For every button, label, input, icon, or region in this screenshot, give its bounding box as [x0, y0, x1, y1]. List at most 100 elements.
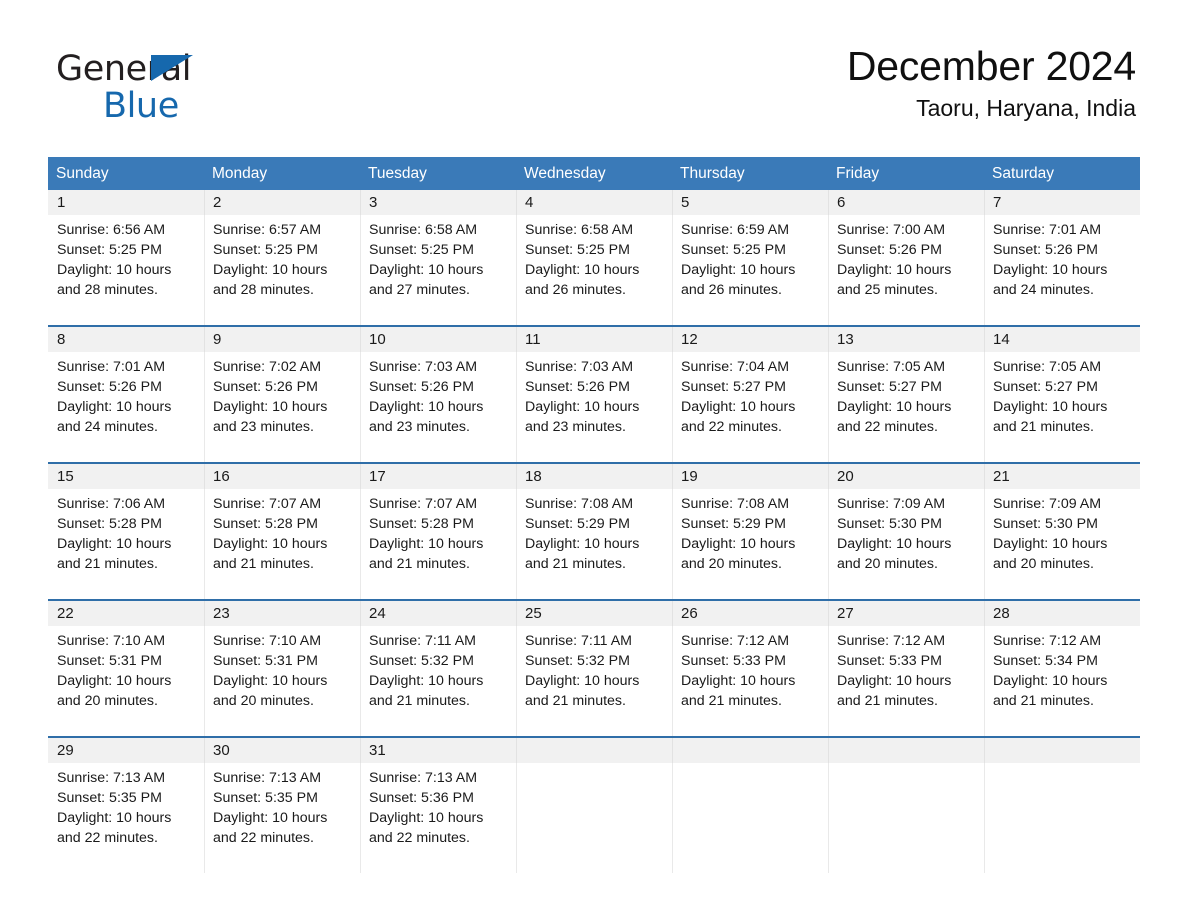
day-number[interactable]: 30 — [204, 738, 360, 763]
daylight-text-cont: and 20 minutes. — [57, 693, 158, 709]
day-cell: Sunrise: 6:58 AM Sunset: 5:25 PM Daylight:… — [516, 215, 672, 325]
weekday-header-friday: Friday — [836, 165, 880, 182]
day-number[interactable]: 4 — [516, 190, 672, 215]
sunset-text: Sunset: 5:26 PM — [525, 379, 630, 395]
day-number-band: 22 23 24 25 26 27 28 — [48, 601, 1140, 626]
day-number[interactable]: 24 — [360, 601, 516, 626]
sunset-text: Sunset: 5:31 PM — [213, 653, 318, 669]
daylight-text: Daylight: 10 hours — [369, 262, 484, 278]
sunrise-text: Sunrise: 7:07 AM — [213, 496, 322, 512]
daylight-text-cont: and 27 minutes. — [369, 282, 470, 298]
sunrise-text: Sunrise: 7:03 AM — [369, 359, 478, 375]
daylight-text-cont: and 21 minutes. — [525, 556, 626, 572]
daylight-text: Daylight: 10 hours — [993, 399, 1108, 415]
day-number[interactable]: 13 — [828, 327, 984, 352]
day-number[interactable]: 28 — [984, 601, 1140, 626]
daylight-text-cont: and 24 minutes. — [57, 419, 158, 435]
page-title: December 2024 — [846, 43, 1136, 89]
daylight-text: Daylight: 10 hours — [213, 262, 328, 278]
day-number[interactable]: 10 — [360, 327, 516, 352]
calendar-week-row: 29 30 31 Sunrise: 7:13 AM Sunset: 5:35 PM Day… — [48, 736, 1140, 873]
daylight-text: Daylight: 10 hours — [837, 262, 952, 278]
day-number[interactable]: 21 — [984, 464, 1140, 489]
daylight-text: Daylight: 10 hours — [993, 262, 1108, 278]
day-cell: Sunrise: 6:59 AM Sunset: 5:25 PM Daylight:… — [672, 215, 828, 325]
daylight-text: Daylight: 10 hours — [369, 536, 484, 552]
day-cell: Sunrise: 7:08 AM Sunset: 5:29 PM Daylight:… — [516, 489, 672, 599]
sunrise-text: Sunrise: 7:12 AM — [993, 633, 1102, 649]
day-number[interactable]: 19 — [672, 464, 828, 489]
day-number[interactable]: 23 — [204, 601, 360, 626]
day-number[interactable]: 6 — [828, 190, 984, 215]
day-number[interactable]: 15 — [48, 464, 204, 489]
day-number[interactable]: 14 — [984, 327, 1140, 352]
daylight-text-cont: and 26 minutes. — [681, 282, 782, 298]
day-cell: Sunrise: 6:58 AM Sunset: 5:25 PM Daylight:… — [360, 215, 516, 325]
sunrise-text: Sunrise: 7:05 AM — [837, 359, 946, 375]
sunset-text: Sunset: 5:28 PM — [213, 516, 318, 532]
day-cell: Sunrise: 7:00 AM Sunset: 5:26 PM Daylight:… — [828, 215, 984, 325]
general-blue-logo[interactable]: General Blue — [56, 52, 193, 127]
sunset-text: Sunset: 5:34 PM — [993, 653, 1098, 669]
sunrise-text: Sunrise: 7:13 AM — [213, 770, 322, 786]
calendar-week-row: 1 2 3 4 5 6 7 Sunrise: 6:56 AM Sunset: 5:25 PM Da… — [48, 190, 1140, 325]
day-cell: Sunrise: 6:57 AM Sunset: 5:25 PM Daylight:… — [204, 215, 360, 325]
day-number[interactable]: 17 — [360, 464, 516, 489]
sunset-text: Sunset: 5:30 PM — [837, 516, 942, 532]
location-subtitle: Taoru, Haryana, India — [916, 94, 1136, 121]
sunset-text: Sunset: 5:25 PM — [213, 242, 318, 258]
sunrise-text: Sunrise: 7:10 AM — [57, 633, 166, 649]
daylight-text-cont: and 21 minutes. — [57, 556, 158, 572]
sunset-text: Sunset: 5:27 PM — [681, 379, 786, 395]
day-cell: Sunrise: 6:56 AM Sunset: 5:25 PM Daylight:… — [48, 215, 204, 325]
day-number[interactable]: 27 — [828, 601, 984, 626]
sunset-text: Sunset: 5:27 PM — [993, 379, 1098, 395]
day-number[interactable]: 5 — [672, 190, 828, 215]
calendar-weeks: 1 2 3 4 5 6 7 Sunrise: 6:56 AM Sunset: 5:25 PM Da… — [48, 190, 1140, 873]
daylight-text: Daylight: 10 hours — [681, 262, 796, 278]
sunset-text: Sunset: 5:35 PM — [57, 790, 162, 806]
day-cell: Sunrise: 7:11 AM Sunset: 5:32 PM Daylight:… — [516, 626, 672, 736]
day-detail-band: Sunrise: 7:13 AM Sunset: 5:35 PM Daylight:… — [48, 763, 1140, 873]
day-number[interactable]: 11 — [516, 327, 672, 352]
day-number[interactable]: 9 — [204, 327, 360, 352]
sunrise-text: Sunrise: 6:58 AM — [525, 222, 634, 238]
logo-line-one: General — [56, 52, 193, 88]
day-number[interactable]: 12 — [672, 327, 828, 352]
daylight-text-cont: and 26 minutes. — [525, 282, 626, 298]
daylight-text: Daylight: 10 hours — [681, 536, 796, 552]
sunset-text: Sunset: 5:27 PM — [837, 379, 942, 395]
sunset-text: Sunset: 5:28 PM — [57, 516, 162, 532]
sunset-text: Sunset: 5:26 PM — [369, 379, 474, 395]
daylight-text: Daylight: 10 hours — [837, 673, 952, 689]
day-number[interactable]: 25 — [516, 601, 672, 626]
day-number[interactable]: 20 — [828, 464, 984, 489]
day-number[interactable]: 29 — [48, 738, 204, 763]
day-number[interactable]: 1 — [48, 190, 204, 215]
daylight-text: Daylight: 10 hours — [213, 399, 328, 415]
daylight-text: Daylight: 10 hours — [57, 262, 172, 278]
sunset-text: Sunset: 5:25 PM — [681, 242, 786, 258]
day-number[interactable]: 31 — [360, 738, 516, 763]
daylight-text-cont: and 21 minutes. — [369, 693, 470, 709]
day-number[interactable]: 8 — [48, 327, 204, 352]
daylight-text-cont: and 21 minutes. — [213, 556, 314, 572]
day-number[interactable]: 22 — [48, 601, 204, 626]
daylight-text: Daylight: 10 hours — [681, 399, 796, 415]
day-number[interactable]: 26 — [672, 601, 828, 626]
day-number[interactable]: 16 — [204, 464, 360, 489]
day-cell: Sunrise: 7:13 AM Sunset: 5:36 PM Daylight:… — [360, 763, 516, 873]
daylight-text-cont: and 25 minutes. — [837, 282, 938, 298]
daylight-text: Daylight: 10 hours — [57, 399, 172, 415]
weekday-header-thursday: Thursday — [680, 165, 745, 182]
day-number[interactable]: 2 — [204, 190, 360, 215]
sunset-text: Sunset: 5:36 PM — [369, 790, 474, 806]
day-number[interactable]: 3 — [360, 190, 516, 215]
day-number[interactable]: 7 — [984, 190, 1140, 215]
sunrise-text: Sunrise: 6:56 AM — [57, 222, 166, 238]
day-number[interactable]: 18 — [516, 464, 672, 489]
sunrise-text: Sunrise: 7:07 AM — [369, 496, 478, 512]
logo-text-blue: Blue — [103, 86, 179, 126]
daylight-text: Daylight: 10 hours — [525, 399, 640, 415]
sunrise-text: Sunrise: 7:02 AM — [213, 359, 322, 375]
